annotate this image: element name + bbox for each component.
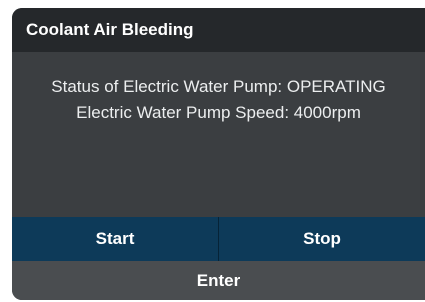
pump-speed-text: Electric Water Pump Speed: 4000rpm [76,103,361,122]
enter-button[interactable]: Enter [12,261,425,300]
action-button-row: Start Stop [12,217,425,261]
pump-status-text: Status of Electric Water Pump: OPERATING [51,77,386,96]
coolant-air-bleeding-dialog: Coolant Air Bleeding Status of Electric … [12,8,425,300]
dialog-body: Status of Electric Water Pump: OPERATING… [12,52,425,217]
start-button[interactable]: Start [12,217,218,261]
dialog-title-bar: Coolant Air Bleeding [12,8,425,52]
dialog-title: Coolant Air Bleeding [26,20,194,39]
stop-button[interactable]: Stop [219,217,425,261]
